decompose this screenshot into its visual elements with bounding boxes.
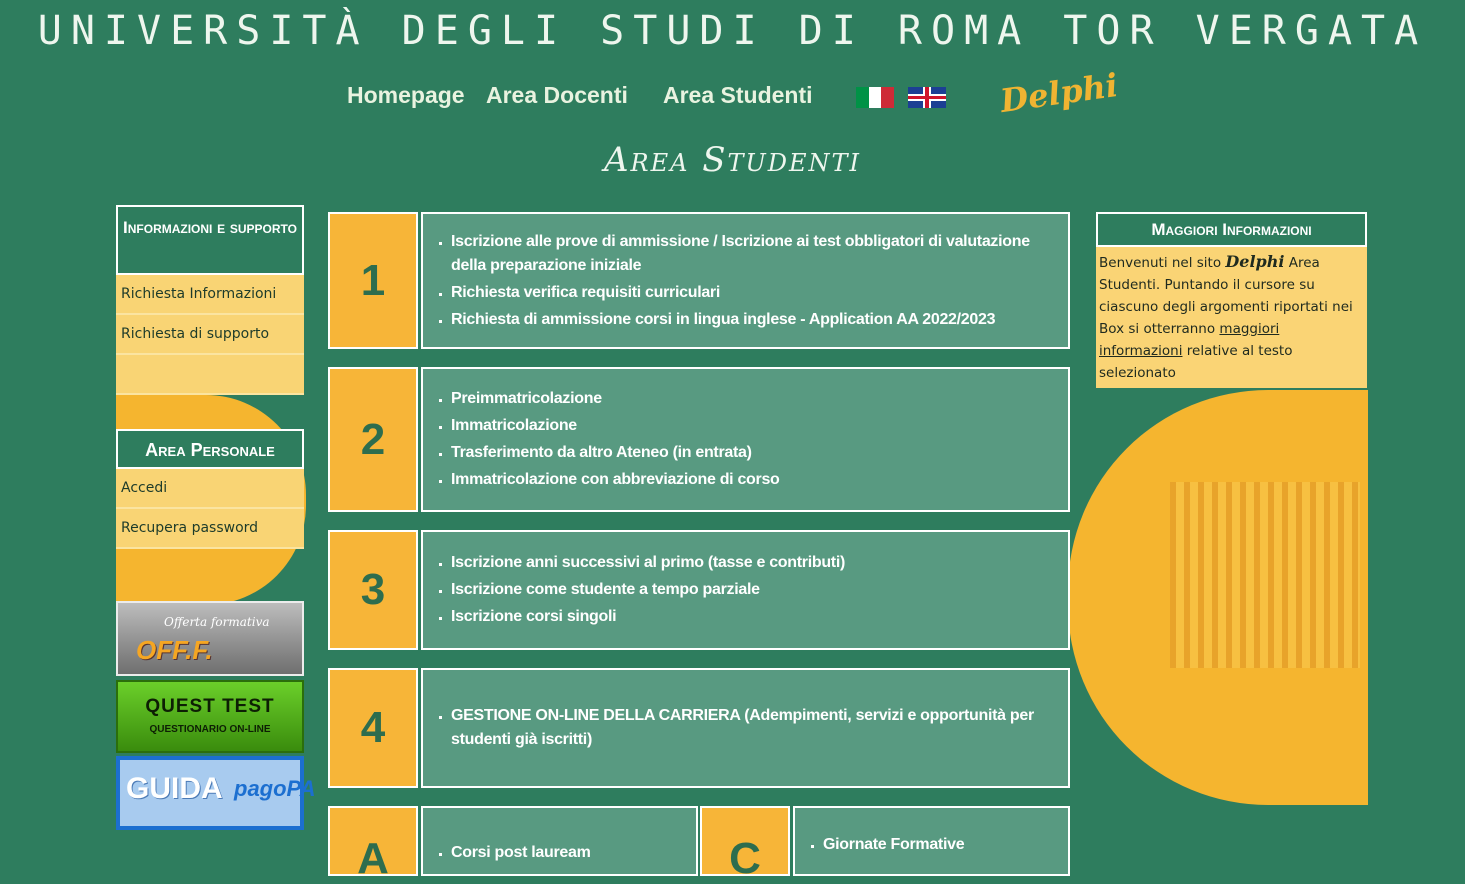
link-accedi[interactable]: Accedi bbox=[116, 469, 304, 509]
section-row-3: 3 Iscrizione anni successivi al primo (t… bbox=[328, 530, 1070, 650]
link-gestione-carriera[interactable]: GESTIONE ON-LINE DELLA CARRIERA (Adempim… bbox=[451, 704, 1058, 752]
link-richiesta-informazioni[interactable]: Richiesta Informazioni bbox=[116, 275, 304, 315]
section-number: 2 bbox=[328, 367, 418, 512]
link-iscrizione-anni-successivi[interactable]: Iscrizione anni successivi al primo (tas… bbox=[451, 551, 1058, 575]
page-title: Area Studenti bbox=[603, 140, 862, 180]
personal-area-box: Area Personale Accedi Recupera password bbox=[116, 429, 304, 549]
link-corsi-singoli[interactable]: Iscrizione corsi singoli bbox=[451, 605, 1058, 629]
top-navigation: Homepage Area Docenti Area Studenti bbox=[0, 82, 1465, 118]
link-giornate-formative[interactable]: Giornate Formative bbox=[823, 836, 1058, 854]
more-info-text: Benvenuti nel sito Delphi Area Studenti.… bbox=[1096, 247, 1367, 388]
more-info-title: Maggiori Informazioni bbox=[1096, 212, 1367, 247]
link-iscrizione-prove[interactable]: Iscrizione alle prove di ammissione / Is… bbox=[451, 230, 1058, 278]
personal-area-title: Area Personale bbox=[116, 429, 304, 469]
nav-homepage[interactable]: Homepage bbox=[347, 82, 465, 109]
more-info-text-part: Benvenuti nel sito bbox=[1099, 255, 1226, 271]
offf-banner-subtitle: Offerta formativa bbox=[164, 615, 270, 629]
section-number: C bbox=[700, 806, 790, 883]
quest-test-title: QUEST TEST bbox=[145, 696, 275, 717]
section-number: A bbox=[328, 806, 418, 883]
link-preimmatricolazione[interactable]: Preimmatricolazione bbox=[451, 387, 1058, 411]
section-row-4: 4 GESTIONE ON-LINE DELLA CARRIERA (Ademp… bbox=[328, 668, 1070, 788]
section-row-2: 2 Preimmatricolazione Immatricolazione T… bbox=[328, 367, 1070, 512]
guida-banner-title: GUIDA bbox=[126, 772, 223, 805]
link-recupera-password[interactable]: Recupera password bbox=[116, 509, 304, 549]
link-corsi-post-lauream[interactable]: Corsi post lauream bbox=[451, 844, 686, 862]
decorative-bars bbox=[1170, 482, 1360, 668]
link-abbreviazione-corso[interactable]: Immatricolazione con abbreviazione di co… bbox=[451, 468, 1058, 492]
link-verifica-requisiti[interactable]: Richiesta verifica requisiti curriculari bbox=[451, 281, 1058, 305]
empty-item bbox=[116, 355, 304, 395]
delphi-name: Delphi bbox=[1225, 252, 1285, 271]
section-content: Corsi post lauream bbox=[421, 806, 698, 876]
link-tempo-parziale[interactable]: Iscrizione come studente a tempo parzial… bbox=[451, 578, 1058, 602]
link-trasferimento[interactable]: Trasferimento da altro Ateneo (in entrat… bbox=[451, 441, 1058, 465]
section-row-c: C Giornate Formative bbox=[700, 806, 1070, 883]
section-content: Preimmatricolazione Immatricolazione Tra… bbox=[421, 367, 1070, 512]
section-row-a: A Corsi post lauream bbox=[328, 806, 698, 883]
offf-banner-title: OFF.F. bbox=[136, 635, 213, 665]
section-content: GESTIONE ON-LINE DELLA CARRIERA (Adempim… bbox=[421, 668, 1070, 788]
section-content: Giornate Formative bbox=[793, 806, 1070, 876]
offf-banner[interactable]: Offerta formativa OFF.F. bbox=[116, 601, 304, 676]
guida-pagopa-banner[interactable]: GUIDA pagoPA bbox=[116, 756, 315, 830]
university-title: UNIVERSITÀ DEGLI STUDI DI ROMA TOR VERGA… bbox=[37, 8, 1428, 54]
link-immatricolazione[interactable]: Immatricolazione bbox=[451, 414, 1058, 438]
uk-flag-icon[interactable] bbox=[908, 87, 946, 108]
section-content: Iscrizione anni successivi al primo (tas… bbox=[421, 530, 1070, 650]
section-content: Iscrizione alle prove di ammissione / Is… bbox=[421, 212, 1070, 349]
nav-area-docenti[interactable]: Area Docenti bbox=[486, 82, 628, 109]
more-info-box: Maggiori Informazioni Benvenuti nel sito… bbox=[1096, 212, 1367, 388]
nav-area-studenti[interactable]: Area Studenti bbox=[663, 82, 813, 109]
section-number: 1 bbox=[328, 212, 418, 349]
link-richiesta-supporto[interactable]: Richiesta di supporto bbox=[116, 315, 304, 355]
link-ammissione-inglese[interactable]: Richiesta di ammissione corsi in lingua … bbox=[451, 308, 1058, 332]
info-support-box: Informazioni e supporto Richiesta Inform… bbox=[116, 205, 304, 395]
info-support-title: Informazioni e supporto bbox=[116, 205, 304, 275]
italian-flag-icon[interactable] bbox=[856, 87, 895, 108]
section-row-1: 1 Iscrizione alle prove di ammissione / … bbox=[328, 212, 1070, 349]
quest-test-banner[interactable]: QUEST TEST QUESTIONARIO ON-LINE bbox=[116, 680, 304, 753]
section-number: 3 bbox=[328, 530, 418, 650]
quest-test-subtitle: QUESTIONARIO ON-LINE bbox=[149, 724, 271, 735]
pagopa-logo: pagoPA bbox=[234, 776, 316, 801]
section-number: 4 bbox=[328, 668, 418, 788]
